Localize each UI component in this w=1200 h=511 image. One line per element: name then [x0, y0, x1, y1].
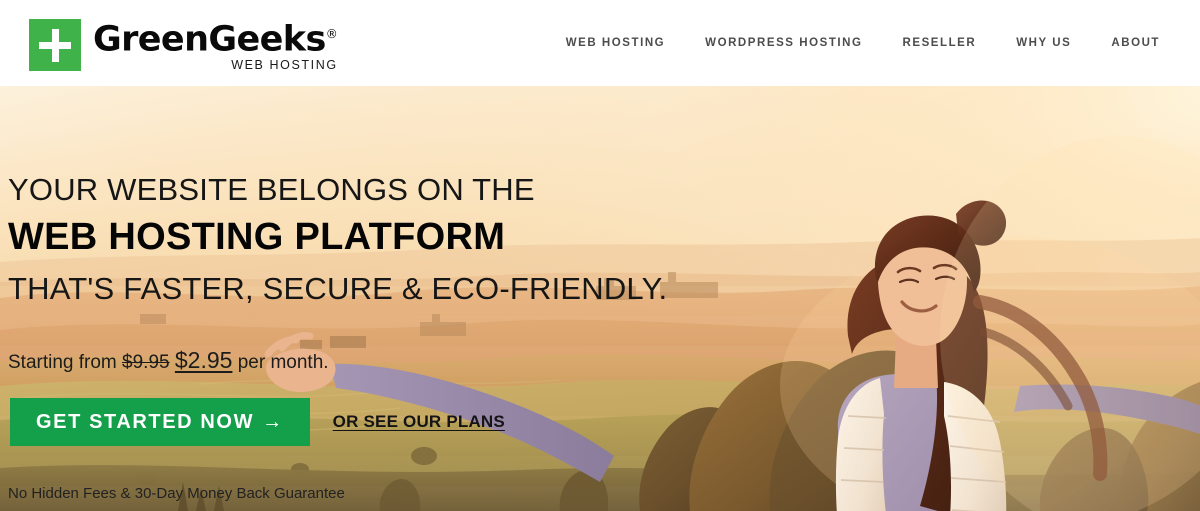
- hero-headline-line2: WEB HOSTING PLATFORM: [8, 216, 506, 258]
- main-navigation: WEB HOSTING WORDPRESS HOSTING RESELLER W…: [566, 31, 1160, 55]
- logo[interactable]: GreenGeeks® WEB HOSTING: [29, 16, 338, 73]
- landing-page: YOUR WEBSITE BELONGS ON THE WEB HOSTING …: [0, 0, 1200, 511]
- hero-headline-line3: THAT'S FASTER, SECURE & ECO-FRIENDLY.: [8, 271, 668, 306]
- nav-item-reseller[interactable]: RESELLER: [903, 31, 977, 55]
- logo-name: GreenGeeks®: [93, 16, 338, 60]
- plus-icon: [29, 18, 81, 71]
- price-old: $9.95: [122, 352, 170, 373]
- site-header: GreenGeeks® WEB HOSTING WEB HOSTING WORD…: [0, 0, 1200, 86]
- price-prefix: Starting from: [8, 352, 123, 373]
- nav-item-web-hosting[interactable]: WEB HOSTING: [566, 31, 665, 55]
- hero-headline-line1: YOUR WEBSITE BELONGS ON THE: [8, 172, 535, 207]
- hero-content: YOUR WEBSITE BELONGS ON THE WEB HOSTING …: [0, 86, 700, 511]
- arrow-right-icon: →: [262, 410, 284, 433]
- nav-item-why-us[interactable]: WHY US: [1016, 31, 1071, 55]
- registered-mark-icon: ®: [325, 26, 338, 41]
- price-line: Starting from $9.95 $2.95 per month.: [8, 347, 329, 374]
- price-suffix: per month.: [232, 352, 329, 373]
- cta-row: GET STARTED NOW → OR SEE OUR PLANS: [10, 398, 505, 446]
- see-plans-link[interactable]: OR SEE OUR PLANS: [333, 412, 505, 432]
- nav-item-wordpress-hosting[interactable]: WORDPRESS HOSTING: [705, 31, 862, 55]
- price-new: $2.95: [174, 347, 233, 373]
- nav-item-about[interactable]: ABOUT: [1111, 31, 1160, 55]
- guarantee-text: No Hidden Fees & 30-Day Money Back Guara…: [8, 485, 345, 502]
- logo-subtitle: WEB HOSTING: [231, 58, 338, 73]
- get-started-button[interactable]: GET STARTED NOW →: [10, 398, 310, 446]
- logo-name-text: GreenGeeks: [93, 19, 326, 60]
- logo-text: GreenGeeks® WEB HOSTING: [93, 16, 338, 73]
- get-started-label: GET STARTED NOW: [36, 410, 255, 433]
- plus-icon-vertical-bar: [51, 28, 59, 62]
